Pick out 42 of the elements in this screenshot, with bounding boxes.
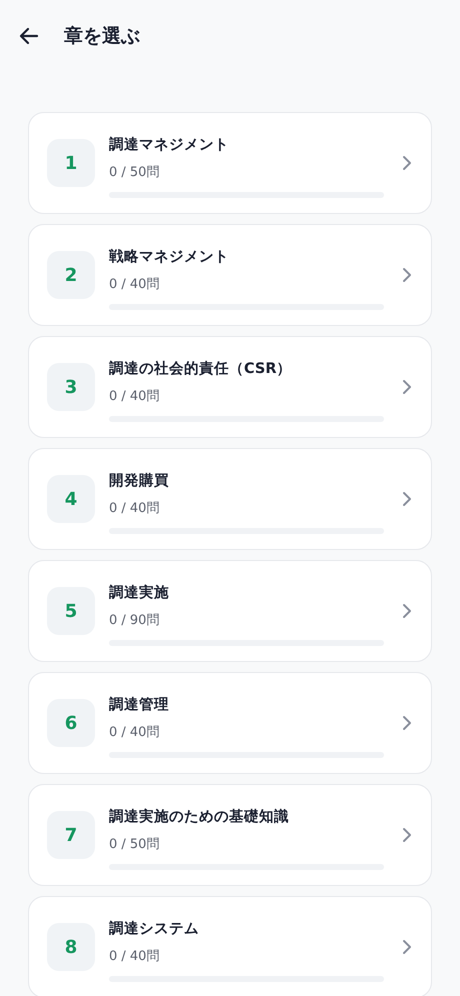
chapter-number: 7 — [47, 811, 95, 859]
chapter-title: 調達管理 — [109, 696, 170, 714]
question-count: 0 / 90問 — [109, 612, 160, 628]
back-arrow-icon — [18, 25, 40, 47]
chapter-number: 6 — [47, 699, 95, 747]
chevron-right-icon — [400, 490, 414, 508]
chapter-card[interactable]: 4 開発購買 0 / 40問 — [28, 448, 432, 550]
question-count: 0 / 40問 — [109, 948, 160, 964]
chapter-title: 調達実施のための基礎知識 — [109, 807, 290, 826]
chapter-number: 8 — [47, 923, 95, 971]
chapter-number: 1 — [47, 139, 95, 187]
question-count: 0 / 40問 — [109, 388, 160, 404]
chapter-card[interactable]: 8 調達システム 0 / 40問 — [28, 896, 432, 996]
page-title: 章を選ぶ — [64, 24, 140, 49]
question-count: 0 / 50問 — [109, 164, 160, 180]
chapter-title: 調達マネジメント — [109, 136, 230, 154]
question-count: 0 / 40問 — [109, 724, 160, 740]
question-count: 0 / 40問 — [109, 276, 160, 292]
chapter-card[interactable]: 2 戦略マネジメント 0 / 40問 — [28, 224, 432, 326]
question-count: 0 / 40問 — [109, 500, 160, 516]
chapter-title: 調達システム — [109, 920, 200, 938]
chapter-card[interactable]: 5 調達実施 0 / 90問 — [28, 560, 432, 662]
chapter-title: 開発購買 — [109, 472, 170, 490]
chapter-number: 4 — [47, 475, 95, 523]
chevron-right-icon — [400, 938, 414, 956]
chapter-card[interactable]: 7 調達実施のための基礎知識 0 / 50問 — [28, 784, 432, 886]
chevron-right-icon — [400, 826, 414, 844]
chapter-title: 調達の社会的責任（CSR） — [109, 360, 293, 378]
chapter-number: 3 — [47, 363, 95, 411]
chapter-card[interactable]: 1 調達マネジメント 0 / 50問 — [28, 112, 432, 214]
question-count: 0 / 50問 — [109, 836, 160, 852]
chapter-title: 調達実施 — [109, 583, 170, 602]
chevron-right-icon — [400, 714, 414, 732]
chapter-number: 5 — [47, 587, 95, 635]
chevron-right-icon — [400, 378, 414, 396]
chapter-number: 2 — [47, 251, 95, 299]
chapter-title: 戦略マネジメント — [109, 248, 230, 266]
chapter-card[interactable]: 6 調達管理 0 / 40問 — [28, 672, 432, 774]
chevron-right-icon — [400, 602, 414, 620]
chevron-right-icon — [400, 266, 414, 284]
chapter-card[interactable]: 3 調達の社会的責任（CSR） 0 / 40問 — [28, 336, 432, 438]
chevron-right-icon — [400, 154, 414, 172]
